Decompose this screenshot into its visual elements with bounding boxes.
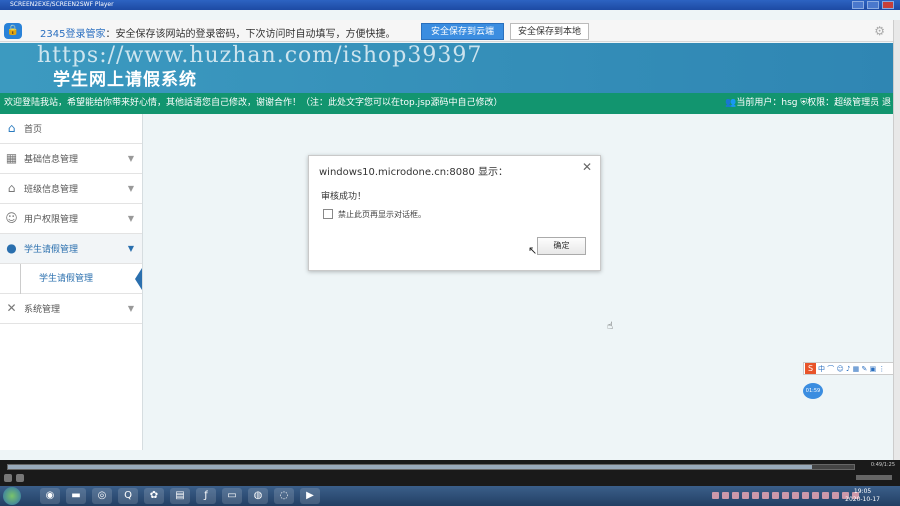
close-icon[interactable]: ✕ [582, 160, 592, 174]
user-role[interactable]: 权限：超级管理员 退 [807, 98, 891, 108]
sidebar-item-label: 用户权限管理 [24, 215, 79, 225]
chevron-down-icon: ▼ [127, 304, 134, 313]
page-title: 学生网上请假系统 [53, 70, 197, 90]
lock-icon: 🔒 [4, 23, 22, 39]
seek-progress [8, 465, 812, 469]
clock-time: 19:05 [853, 488, 872, 495]
window-controls [852, 0, 894, 9]
chevron-down-icon: ▼ [127, 214, 134, 223]
start-button[interactable] [3, 487, 21, 505]
password-manager-brand: 2345登录管家 [40, 29, 106, 40]
vertical-scrollbar[interactable] [893, 20, 900, 460]
qq-icon[interactable]: ◍ [248, 488, 268, 504]
ime-status-icons: 中 ⌒ ☺ ♪ ▦ ✎ ▣ ⋮ [818, 364, 886, 373]
close-button[interactable] [882, 1, 894, 9]
dialog-title: windows10.microdone.cn:8080 显示： [319, 167, 509, 178]
save-to-cloud-button[interactable]: 安全保存到云端 [421, 23, 504, 40]
sidebar-item-class-info[interactable]: ⌂ 班级信息管理 ▼ [0, 174, 142, 204]
maximize-button[interactable] [867, 1, 879, 9]
chevron-down-icon: ▼ [127, 184, 134, 193]
grid-icon: ▦ [5, 151, 18, 165]
player-title-bar: SCREEN2EXE/SCREEN2SWF Player [0, 0, 900, 10]
system-tray[interactable] [712, 492, 859, 499]
house-icon: ⌂ [7, 181, 16, 195]
ime-toolbar[interactable]: S 中 ⌒ ☺ ♪ ▦ ✎ ▣ ⋮ [803, 362, 895, 375]
network-icon[interactable]: ◎ [92, 488, 112, 504]
document-icon[interactable]: ▤ [170, 488, 190, 504]
minimize-button[interactable] [852, 1, 864, 9]
seek-bar[interactable] [7, 464, 855, 470]
hand-cursor-icon: ☝ [607, 321, 614, 332]
user-icon: ☺ [5, 211, 18, 225]
user-info: 👥当前用户：hsg ⛨权限：超级管理员 退 [725, 93, 891, 114]
taskbar-clock[interactable]: 19:05 2020-10-17 [845, 488, 880, 504]
sidebar-item-label: 班级信息管理 [24, 185, 79, 195]
alert-dialog: windows10.microdone.cn:8080 显示： ✕ 审核成功！ … [308, 155, 601, 271]
chevron-down-icon: ▼ [127, 244, 134, 253]
taskbar: ◉ ▬ ◎ Q ✿ ▤ ƒ ▭ ◍ ◌ ▶ 19:05 2020-10-17 [0, 486, 900, 506]
sidebar-item-user-permissions[interactable]: ☺ 用户权限管理 ▼ [0, 204, 142, 234]
dialog-message: 审核成功！ [321, 192, 367, 202]
sidebar-item-leave-management[interactable]: ● 学生请假管理 ▼ [0, 234, 142, 264]
app-header: https://www.huzhan.com/ishop39397 学生网上请假… [0, 43, 893, 93]
browser-icon[interactable]: Q [118, 488, 138, 504]
sidebar-item-label: 基础信息管理 [24, 155, 79, 165]
password-manager-bar: 🔒 2345登录管家：安全保存该网站的登录密码，下次访问时自动填写，方便快捷。 … [0, 20, 893, 42]
checkbox-label: 禁止此页再显示对话框。 [338, 210, 426, 219]
stop-button[interactable] [16, 474, 24, 482]
time-bubble: 01:59 [803, 383, 823, 399]
sidebar-subitem-label: 学生请假管理 [39, 274, 94, 284]
gear-icon[interactable]: ⚙ [874, 24, 885, 38]
playback-time: 0:49/1:25 [870, 462, 895, 468]
welcome-text: 欢迎登陆我站，希望能给你带来好心情，其他話语您自己修改，谢谢合作！（注：此处文字… [4, 98, 503, 108]
active-indicator [135, 268, 142, 290]
player-icon[interactable]: ▶ [300, 488, 320, 504]
sidebar-item-label: 首页 [24, 125, 43, 135]
password-bar-text: ：安全保存该网站的登录密码，下次访问时自动填写，方便快捷。 [105, 29, 396, 40]
play-button[interactable] [4, 474, 12, 482]
tree-line [20, 264, 21, 294]
clock-date: 2020-10-17 [845, 496, 880, 503]
sidebar-item-home[interactable]: ⌂ 首页 [0, 114, 142, 144]
app-icon[interactable]: ✿ [144, 488, 164, 504]
mouse-cursor-icon: ↖ [528, 244, 538, 257]
sidebar-subitem-leave-management[interactable]: 学生请假管理 [0, 264, 142, 294]
users-icon: 👥 [725, 98, 737, 108]
current-user: 当前用户：hsg [736, 98, 798, 108]
sidebar-item-basic-info[interactable]: ▦ 基础信息管理 ▼ [0, 144, 142, 174]
sidebar-item-label: 学生请假管理 [24, 245, 79, 255]
user-icon: ● [6, 241, 17, 255]
volume-slider[interactable] [856, 475, 892, 480]
wechat-icon[interactable]: ◌ [274, 488, 294, 504]
player-controls: 0:49/1:25 [0, 460, 900, 486]
home-icon: ⌂ [7, 121, 16, 135]
info-bar: 欢迎登陆我站，希望能给你带来好心情，其他話语您自己修改，谢谢合作！（注：此处文字… [0, 93, 893, 114]
media-icon[interactable]: ▬ [66, 488, 86, 504]
sidebar-item-label: 系统管理 [24, 305, 61, 315]
flash-icon[interactable]: ƒ [196, 488, 216, 504]
sidebar: ⌂ 首页 ▦ 基础信息管理 ▼ ⌂ 班级信息管理 ▼ ☺ 用户权限管理 ▼ ● … [0, 114, 143, 450]
folder-icon[interactable]: ▭ [222, 488, 242, 504]
password-bar-message: 2345登录管家：安全保存该网站的登录密码，下次访问时自动填写，方便快捷。 [40, 25, 395, 40]
sidebar-item-system[interactable]: ✕ 系统管理 ▼ [0, 294, 142, 324]
ok-button[interactable]: 确定 [537, 237, 586, 255]
player-title: SCREEN2EXE/SCREEN2SWF Player [10, 1, 114, 8]
save-local-button[interactable]: 安全保存到本地 [510, 23, 589, 40]
suppress-dialogs-checkbox[interactable] [323, 209, 333, 219]
sogou-icon[interactable]: S [805, 363, 816, 374]
tools-icon: ✕ [6, 301, 17, 315]
chevron-down-icon: ▼ [127, 154, 134, 163]
chrome-icon[interactable]: ◉ [40, 488, 60, 504]
taskbar-apps: ◉ ▬ ◎ Q ✿ ▤ ƒ ▭ ◍ ◌ ▶ [40, 488, 320, 504]
